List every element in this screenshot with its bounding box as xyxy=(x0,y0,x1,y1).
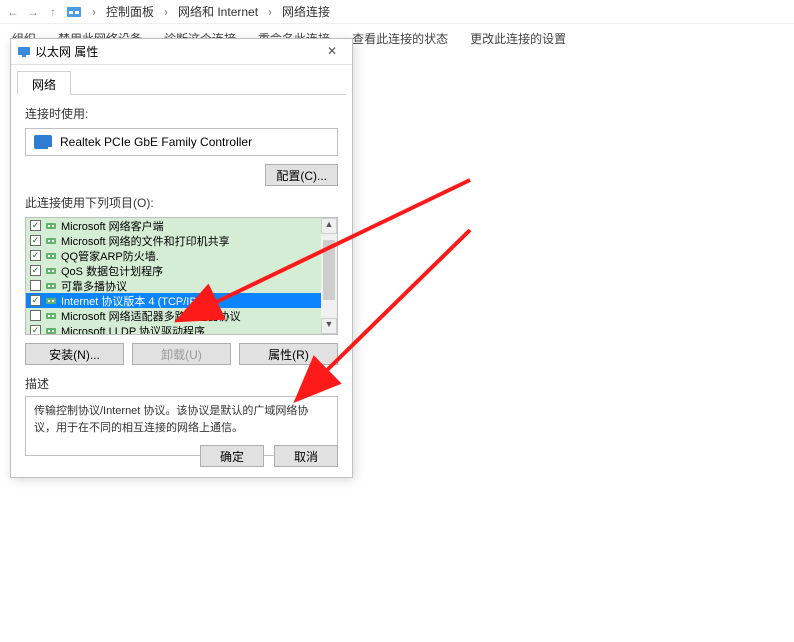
list-item-label: Internet 协议版本 4 (TCP/IPv4) xyxy=(61,293,212,308)
list-item-label: 可靠多播协议 xyxy=(61,278,127,293)
checkbox[interactable]: ✓ xyxy=(30,250,41,261)
list-item[interactable]: ✓ Microsoft 网络客户端 xyxy=(26,218,321,233)
scroll-up-icon[interactable]: ▲ xyxy=(321,218,337,234)
toolbar-status[interactable]: 查看此连接的状态 xyxy=(352,30,448,50)
list-item[interactable]: ✓ Internet 协议版本 4 (TCP/IPv4) xyxy=(26,293,321,308)
connect-using-label: 连接时使用: xyxy=(25,105,338,122)
service-icon xyxy=(45,325,57,336)
service-icon xyxy=(45,280,57,292)
scroll-thumb[interactable] xyxy=(323,240,335,300)
configure-button[interactable]: 配置(C)... xyxy=(265,164,338,186)
tab-body: 连接时使用: Realtek PCIe GbE Family Controlle… xyxy=(11,95,352,464)
nav-up-icon[interactable]: ↑ xyxy=(46,5,60,19)
list-item[interactable]: ✓ Microsoft 网络的文件和打印机共享 xyxy=(26,233,321,248)
checkbox[interactable] xyxy=(30,310,41,321)
nav-forward-icon[interactable]: → xyxy=(26,5,40,19)
service-icon xyxy=(45,295,57,307)
list-item-label: Microsoft 网络适配器多路传送器协议 xyxy=(61,308,241,323)
list-item-label: Microsoft LLDP 协议驱动程序 xyxy=(61,323,205,335)
list-item[interactable]: 可靠多播协议 xyxy=(26,278,321,293)
nic-icon xyxy=(34,135,52,149)
checkbox[interactable] xyxy=(30,280,41,291)
properties-dialog: 以太网 属性 ✕ 网络 连接时使用: Realtek PCIe GbE Fami… xyxy=(10,38,353,478)
list-item[interactable]: ✓ QoS 数据包计划程序 xyxy=(26,263,321,278)
breadcrumb-item[interactable]: 控制面板 xyxy=(106,3,154,20)
crumb-separator-icon: › xyxy=(164,5,168,19)
tab-strip: 网络 xyxy=(17,69,346,95)
components-listbox[interactable]: ✓ Microsoft 网络客户端 ✓ Microsoft 网络的文件和打印机共… xyxy=(25,217,338,335)
properties-button[interactable]: 属性(R) xyxy=(239,343,338,365)
network-folder-icon xyxy=(66,4,82,20)
uninstall-button[interactable]: 卸载(U) xyxy=(132,343,231,365)
crumb-separator-icon: › xyxy=(268,5,272,19)
list-item[interactable]: ✓ Microsoft LLDP 协议驱动程序 xyxy=(26,323,321,335)
breadcrumb-item[interactable]: 网络和 Internet xyxy=(178,3,258,20)
adapter-box: Realtek PCIe GbE Family Controller xyxy=(25,128,338,156)
adapter-name: Realtek PCIe GbE Family Controller xyxy=(60,135,252,149)
tab-network[interactable]: 网络 xyxy=(17,71,71,95)
dialog-titlebar[interactable]: 以太网 属性 ✕ xyxy=(11,39,352,65)
list-item-label: Microsoft 网络的文件和打印机共享 xyxy=(61,233,230,248)
service-icon xyxy=(45,250,57,262)
service-icon xyxy=(45,265,57,277)
checkbox[interactable]: ✓ xyxy=(30,325,41,335)
toolbar-change-settings[interactable]: 更改此连接的设置 xyxy=(470,30,566,50)
address-bar: ← → ↑ › 控制面板 › 网络和 Internet › 网络连接 xyxy=(0,0,794,24)
scroll-down-icon[interactable]: ▼ xyxy=(321,318,337,334)
list-item-label: QQ管家ARP防火墙. xyxy=(61,248,159,263)
description-label: 描述 xyxy=(25,375,338,392)
checkbox[interactable]: ✓ xyxy=(30,220,41,231)
close-icon[interactable]: ✕ xyxy=(318,42,346,62)
list-item[interactable]: Microsoft 网络适配器多路传送器协议 xyxy=(26,308,321,323)
service-icon xyxy=(45,220,57,232)
ok-button[interactable]: 确定 xyxy=(200,445,264,467)
install-button[interactable]: 安装(N)... xyxy=(25,343,124,365)
breadcrumb-item[interactable]: 网络连接 xyxy=(282,3,330,20)
list-item-label: QoS 数据包计划程序 xyxy=(61,263,163,278)
cancel-button[interactable]: 取消 xyxy=(274,445,338,467)
items-label: 此连接使用下列项目(O): xyxy=(25,194,338,211)
crumb-separator-icon: › xyxy=(92,5,96,19)
ethernet-icon xyxy=(17,45,31,59)
service-icon xyxy=(45,235,57,247)
checkbox[interactable]: ✓ xyxy=(30,265,41,276)
dialog-title: 以太网 属性 xyxy=(35,43,318,60)
list-item[interactable]: ✓ QQ管家ARP防火墙. xyxy=(26,248,321,263)
checkbox[interactable]: ✓ xyxy=(30,295,41,306)
checkbox[interactable]: ✓ xyxy=(30,235,41,246)
nav-back-icon[interactable]: ← xyxy=(6,5,20,19)
scrollbar[interactable]: ▲ ▼ xyxy=(321,218,337,334)
list-item-label: Microsoft 网络客户端 xyxy=(61,218,164,233)
service-icon xyxy=(45,310,57,322)
